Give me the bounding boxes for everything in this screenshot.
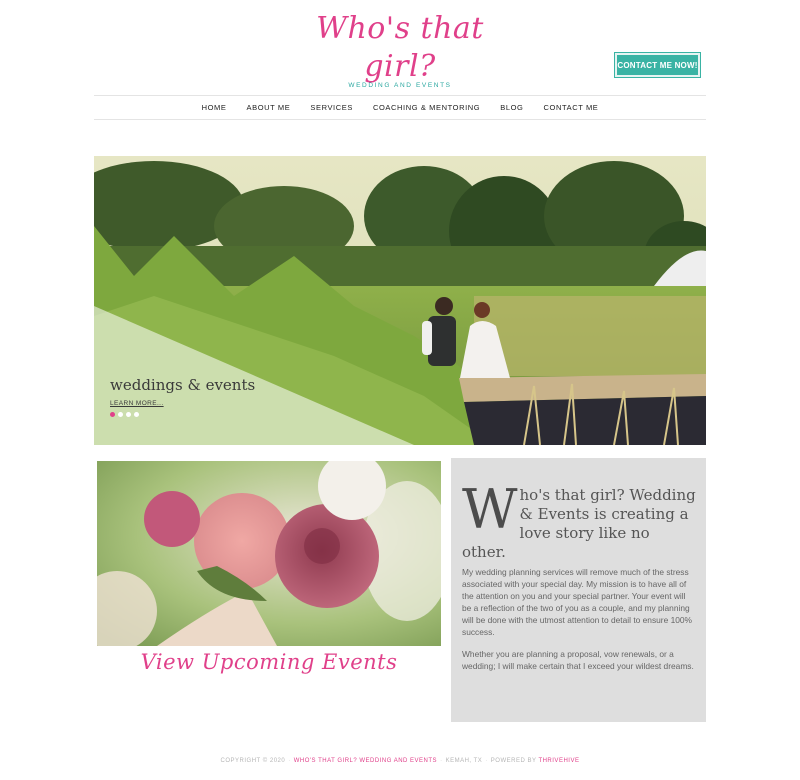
- brand-logo[interactable]: Who's that girl? WEDDING AND EVENTS: [300, 10, 500, 89]
- slider-dots: [110, 412, 139, 417]
- slider-dot-3[interactable]: [126, 412, 131, 417]
- hero-learn-more-link[interactable]: LEARN MORE...: [110, 400, 164, 407]
- nav-item-services[interactable]: SERVICES: [310, 103, 353, 112]
- hero-image: [94, 156, 706, 445]
- slider-dot-4[interactable]: [134, 412, 139, 417]
- nav-item-contact-me[interactable]: CONTACT ME: [544, 103, 599, 112]
- footer-copyright: COPYRIGHT © 2020: [220, 758, 286, 764]
- roses-photo: [97, 461, 441, 646]
- view-upcoming-events-link[interactable]: View Upcoming Events: [97, 650, 441, 674]
- hero-slider[interactable]: weddings & events LEARN MORE...: [94, 156, 706, 445]
- footer-powered-prefix: POWERED BY: [490, 758, 537, 764]
- nav-item-coaching-mentoring[interactable]: COACHING & MENTORING: [373, 103, 480, 112]
- slider-dot-1[interactable]: [110, 412, 115, 417]
- logo-tagline: WEDDING AND EVENTS: [348, 82, 452, 89]
- footer-thrivehive-link[interactable]: THRIVEHIVE: [538, 758, 579, 764]
- footer: COPYRIGHT © 2020 · WHO'S THAT GIRL? WEDDIN…: [220, 758, 580, 764]
- about-heading: Who's that girl? Wedding & Events is cre…: [462, 478, 696, 562]
- slider-dot-2[interactable]: [118, 412, 123, 417]
- hero-title: weddings & events: [110, 376, 256, 394]
- about-panel: Who's that girl? Wedding & Events is cre…: [451, 458, 706, 722]
- about-paragraph-1: My wedding planning services will remove…: [462, 567, 692, 637]
- footer-location: KEMAH, TX: [445, 758, 483, 764]
- roses-image[interactable]: [97, 461, 441, 646]
- main-nav: HOME ABOUT ME SERVICES COACHING & MENTOR…: [94, 95, 706, 120]
- about-dropcap: W: [462, 478, 518, 541]
- logo-script-text: Who's that girl?: [316, 11, 484, 84]
- nav-item-about-me[interactable]: ABOUT ME: [247, 103, 291, 112]
- about-paragraph-2: Whether you are planning a proposal, vow…: [462, 649, 694, 671]
- footer-business-link[interactable]: WHO'S THAT GIRL? WEDDING AND EVENTS: [294, 758, 437, 764]
- contact-me-now-button[interactable]: CONTACT ME NOW!: [615, 53, 700, 77]
- nav-item-blog[interactable]: BLOG: [500, 103, 523, 112]
- nav-item-home[interactable]: HOME: [202, 103, 227, 112]
